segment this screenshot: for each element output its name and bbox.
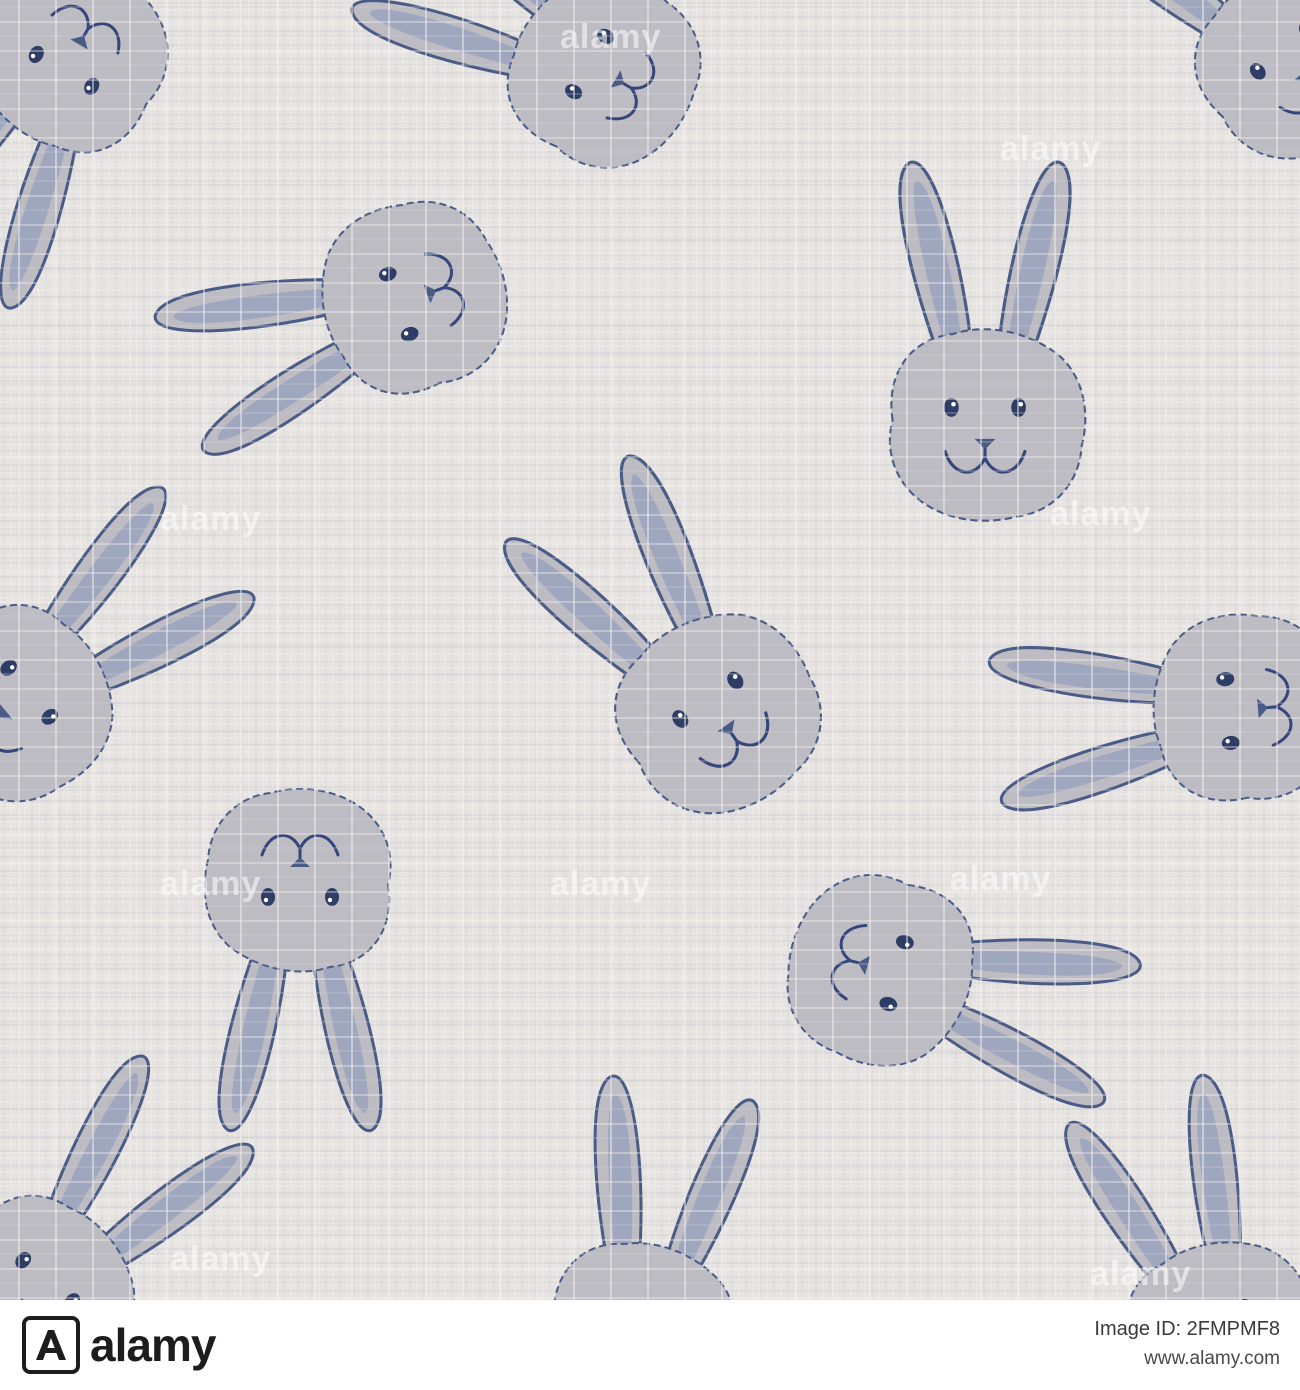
image-info: Image ID: 2FMPMF8 www.alamy.com [1094,1314,1280,1374]
fabric-texture-overlay [0,0,1300,1300]
image-id: Image ID: 2FMPMF8 [1094,1318,1280,1340]
bunny-pattern-svg [0,0,1300,1300]
footer-bar: alamy Image ID: 2FMPMF8 www.alamy.com [0,1300,1300,1390]
alamy-logo-icon [22,1316,80,1374]
brand-name: alamy [90,1319,216,1371]
site-url[interactable]: www.alamy.com [1094,1344,1280,1374]
bunny-pattern-image: alamy alamy alamy alamy alamy alamy alam… [0,0,1300,1300]
brand[interactable]: alamy [22,1316,216,1374]
